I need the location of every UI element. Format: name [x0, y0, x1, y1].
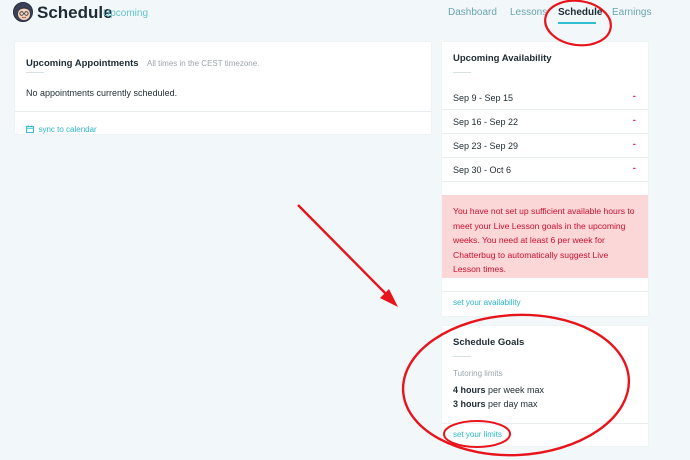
page-subtitle[interactable]: Upcoming	[103, 8, 148, 19]
title-rule	[453, 72, 471, 73]
appointments-title: Upcoming Appointments	[26, 58, 139, 69]
availability-warning: You have not set up sufficient available…	[442, 195, 648, 278]
availability-card: Upcoming Availability Sep 9 - Sep 15 - S…	[442, 42, 648, 316]
card-divider	[442, 291, 648, 292]
week-label: Sep 9 - Sep 15	[453, 93, 514, 103]
limit-daily: 3 hours per day max	[453, 399, 538, 409]
availability-week-row[interactable]: Sep 30 - Oct 6 -	[442, 158, 648, 182]
card-divider	[15, 111, 431, 112]
annotation-arrow-line	[297, 204, 393, 301]
week-label: Sep 23 - Sep 29	[453, 141, 519, 151]
availability-week-row[interactable]: Sep 9 - Sep 15 -	[442, 86, 648, 110]
limit-rest: per week max	[488, 385, 545, 395]
sync-calendar-label: sync to calendar	[38, 125, 97, 134]
card-divider	[442, 423, 648, 424]
tutoring-limits-heading: Tutoring limits	[453, 369, 503, 378]
week-value: -	[632, 139, 636, 150]
avatar-face-icon	[14, 3, 32, 21]
nav-dashboard[interactable]: Dashboard	[448, 7, 497, 18]
appointments-card: Upcoming Appointments All times in the C…	[15, 42, 431, 134]
availability-week-row[interactable]: Sep 23 - Sep 29 -	[442, 134, 648, 158]
title-rule	[453, 356, 471, 357]
limit-weekly: 4 hours per week max	[453, 385, 544, 395]
nav-earnings[interactable]: Earnings	[612, 7, 651, 18]
top-header: Schedule Upcoming Dashboard Lessons Sche…	[0, 0, 690, 30]
week-value: -	[632, 163, 636, 174]
limit-amount: 4 hours	[453, 385, 486, 395]
week-label: Sep 16 - Sep 22	[453, 117, 519, 127]
availability-title: Upcoming Availability	[453, 53, 552, 64]
page-title: Schedule	[37, 3, 113, 22]
limit-rest: per day max	[488, 399, 538, 409]
sync-calendar-link[interactable]: sync to calendar	[26, 119, 97, 137]
nav-lessons[interactable]: Lessons	[510, 7, 547, 18]
week-value: -	[632, 115, 636, 126]
nav-schedule[interactable]: Schedule	[558, 7, 602, 18]
set-availability-link[interactable]: set your availability	[453, 298, 521, 307]
annotation-arrow-head	[380, 289, 398, 307]
appointments-header: Upcoming Appointments All times in the C…	[26, 53, 259, 71]
week-value: -	[632, 91, 636, 102]
availability-week-row[interactable]: Sep 16 - Sep 22 -	[442, 110, 648, 134]
week-label: Sep 30 - Oct 6	[453, 165, 512, 175]
set-limits-link[interactable]: set your limits	[453, 430, 502, 439]
calendar-icon	[26, 125, 34, 133]
limit-amount: 3 hours	[453, 399, 486, 409]
goals-card: Schedule Goals Tutoring limits 4 hours p…	[442, 326, 648, 446]
active-tab-indicator	[558, 22, 596, 24]
empty-message: No appointments currently scheduled.	[26, 88, 178, 98]
goals-title: Schedule Goals	[453, 337, 525, 348]
avatar[interactable]	[13, 2, 33, 22]
title-rule	[26, 72, 44, 73]
timezone-note: All times in the CEST timezone.	[147, 59, 260, 68]
